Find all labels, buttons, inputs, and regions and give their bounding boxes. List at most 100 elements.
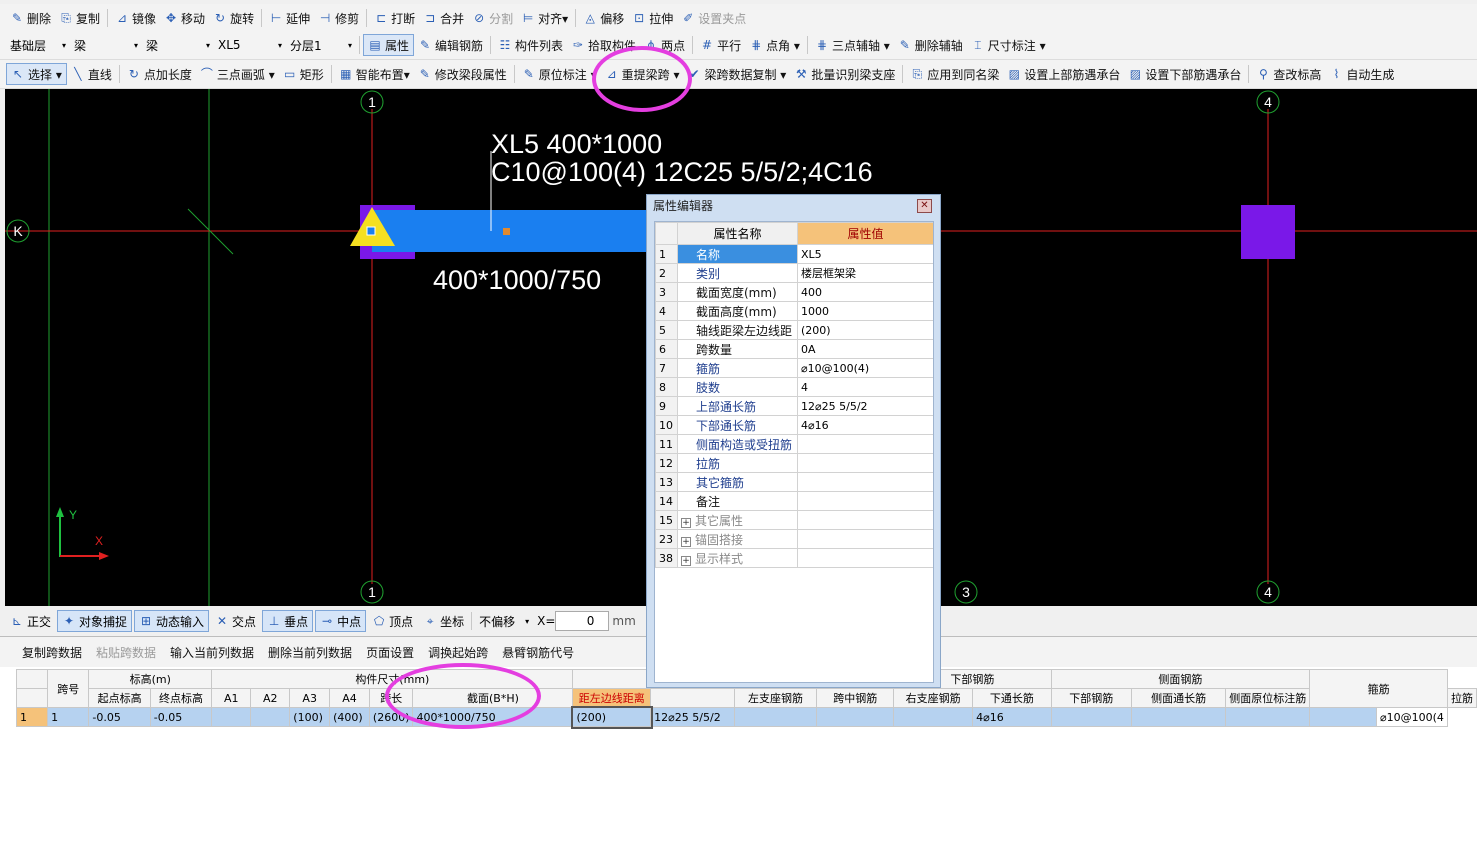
table-cell-6[interactable]: (100) (289, 707, 331, 727)
table-cell-15[interactable]: 4⌀16 (972, 707, 1052, 727)
property-row[interactable]: 5 轴线距梁左边线距 (200) (655, 320, 933, 340)
property-row[interactable]: 38 + 显示样式 (655, 548, 933, 568)
span-table-button-2[interactable]: 输入当前列数据 (166, 641, 258, 663)
x-input[interactable]: 0 (555, 611, 610, 631)
property-value[interactable]: 0A (797, 339, 933, 359)
property-value[interactable]: ⌀10@100(4) (797, 358, 933, 378)
edit-button-2[interactable]: ⊿ 镜像 (111, 7, 160, 29)
edit-button-11[interactable]: ◬ 偏移 (579, 7, 628, 29)
edit-button-0[interactable]: ✎ 删除 (6, 7, 55, 29)
draw-button-6[interactable]: ✎ 修改梁段属性 (414, 63, 511, 85)
component-name-select[interactable]: XL5 ▾ (214, 35, 286, 55)
table-cell-7[interactable]: (400) (329, 707, 370, 727)
draw-button-4[interactable]: ▭ 矩形 (279, 63, 328, 85)
layer-select[interactable]: 分层1 ▾ (286, 35, 356, 55)
property-value[interactable]: (200) (797, 320, 933, 340)
floor-select[interactable]: 基础层 ▾ (6, 35, 70, 55)
table-cell-1[interactable]: 1 (47, 707, 90, 727)
snap-toggle-7[interactable]: ⌖ 坐标 (419, 610, 468, 632)
property-value[interactable] (797, 529, 933, 549)
edit-button-8[interactable]: ⊐ 合并 (419, 7, 468, 29)
draw-button-2[interactable]: ↻ 点加长度 (123, 63, 196, 85)
property-row[interactable]: 9 上部通长筋 12⌀25 5/5/2 (655, 396, 933, 416)
snap-toggle-5[interactable]: ⊸ 中点 (315, 610, 367, 632)
table-cell-0[interactable]: 1 (15, 707, 49, 727)
property-value[interactable]: 1000 (797, 301, 933, 321)
property-value[interactable] (797, 453, 933, 473)
component-button-7[interactable]: ⋕ 三点辅轴 ▾ (811, 34, 894, 56)
property-row[interactable]: 1 名称 XL5 (655, 244, 933, 264)
component-button-6[interactable]: ⋕ 点角 ▾ (745, 34, 804, 56)
property-value[interactable]: 楼层框架梁 (797, 263, 933, 283)
property-value[interactable]: 4 (797, 377, 933, 397)
edit-button-6[interactable]: ⊣ 修剪 (314, 7, 363, 29)
draw-button-15[interactable]: ⌇ 自动生成 (1325, 63, 1398, 85)
table-cell-20[interactable]: ⌀10@100(4 (1375, 707, 1449, 727)
edit-button-10[interactable]: ⊨ 对齐▾ (517, 7, 572, 29)
span-table-button-0[interactable]: 复制跨数据 (18, 641, 86, 663)
property-value[interactable] (797, 472, 933, 492)
table-cell-17[interactable] (1130, 707, 1227, 727)
grip-point[interactable] (366, 226, 376, 236)
property-row[interactable]: 14 备注 (655, 491, 933, 511)
draw-button-14[interactable]: ⚲ 查改标高 (1252, 63, 1325, 85)
draw-button-11[interactable]: ⎘ 应用到同名梁 (906, 63, 1003, 85)
property-value[interactable]: 12⌀25 5/5/2 (797, 396, 933, 416)
property-row[interactable]: 2 类别 楼层框架梁 (655, 263, 933, 283)
table-cell-11[interactable]: 12⌀25 5/5/2 (650, 707, 735, 727)
property-value[interactable] (797, 434, 933, 454)
edit-button-7[interactable]: ⊏ 打断 (370, 7, 419, 29)
expand-icon[interactable]: + (681, 517, 691, 528)
property-row[interactable]: 13 其它箍筋 (655, 472, 933, 492)
property-value[interactable] (797, 548, 933, 568)
draw-button-5[interactable]: ▦ 智能布置▾ (335, 63, 414, 85)
span-table-button-1[interactable]: 粘贴跨数据 (92, 641, 160, 663)
property-value[interactable] (797, 510, 933, 530)
snap-toggle-6[interactable]: ⬠ 顶点 (368, 610, 417, 632)
property-row[interactable]: 10 下部通长筋 4⌀16 (655, 415, 933, 435)
property-row[interactable]: 6 跨数量 0A (655, 339, 933, 359)
table-cell-4[interactable] (211, 707, 252, 727)
property-value[interactable]: XL5 (797, 244, 933, 264)
edit-button-3[interactable]: ✥ 移动 (160, 7, 209, 29)
component-button-9[interactable]: ⌶ 尺寸标注 ▾ (967, 34, 1050, 56)
table-cell-16[interactable] (1050, 707, 1133, 727)
property-row[interactable]: 23 + 锚固搭接 (655, 529, 933, 549)
property-value[interactable]: 400 (797, 282, 933, 302)
grip-point[interactable] (503, 228, 510, 235)
component-button-8[interactable]: ✎ 删除辅轴 (894, 34, 967, 56)
edit-button-9[interactable]: ⊘ 分割 (468, 7, 517, 29)
table-cell-5[interactable] (250, 707, 291, 727)
edit-button-5[interactable]: ⊢ 延伸 (265, 7, 314, 29)
table-cell-13[interactable] (816, 707, 895, 727)
property-row[interactable]: 3 截面宽度(mm) 400 (655, 282, 933, 302)
property-value[interactable]: 4⌀16 (797, 415, 933, 435)
span-table-button-5[interactable]: 调换起始跨 (424, 641, 492, 663)
table-cell-18[interactable] (1225, 707, 1311, 727)
snap-toggle-4[interactable]: ⊥ 垂点 (262, 610, 314, 632)
expand-icon[interactable]: + (681, 555, 691, 566)
draw-button-0[interactable]: ↖ 选择 ▾ (6, 63, 67, 85)
table-cell-14[interactable] (893, 707, 974, 727)
draw-button-3[interactable]: ⌒ 三点画弧 ▾ (196, 63, 279, 85)
component-button-0[interactable]: ▤ 属性 (363, 34, 415, 56)
draw-button-10[interactable]: ⚒ 批量识别梁支座 (790, 63, 899, 85)
edit-button-4[interactable]: ↻ 旋转 (209, 7, 258, 29)
component-button-2[interactable]: ☷ 构件列表 (494, 34, 567, 56)
offset-select[interactable]: 不偏移 ▾ (475, 611, 533, 631)
span-table-button-3[interactable]: 删除当前列数据 (264, 641, 356, 663)
property-row[interactable]: 12 拉筋 (655, 453, 933, 473)
component-button-5[interactable]: # 平行 (696, 34, 745, 56)
draw-button-1[interactable]: ╲ 直线 (67, 63, 116, 85)
component-button-1[interactable]: ✎ 编辑钢筋 (414, 34, 487, 56)
column[interactable] (1241, 205, 1295, 259)
snap-toggle-3[interactable]: ✕ 交点 (211, 610, 260, 632)
edit-button-13[interactable]: ✐ 设置夹点 (677, 7, 750, 29)
table-cell-12[interactable] (733, 707, 818, 727)
draw-button-12[interactable]: ▨ 设置上部筋遇承台 (1003, 63, 1124, 85)
draw-button-13[interactable]: ▨ 设置下部筋遇承台 (1124, 63, 1245, 85)
draw-button-9[interactable]: ✔ 梁跨数据复制 ▾ (683, 63, 790, 85)
snap-toggle-0[interactable]: ⊾ 正交 (6, 610, 55, 632)
snap-toggle-1[interactable]: ✦ 对象捕捉 (57, 610, 133, 632)
property-row[interactable]: 8 肢数 4 (655, 377, 933, 397)
